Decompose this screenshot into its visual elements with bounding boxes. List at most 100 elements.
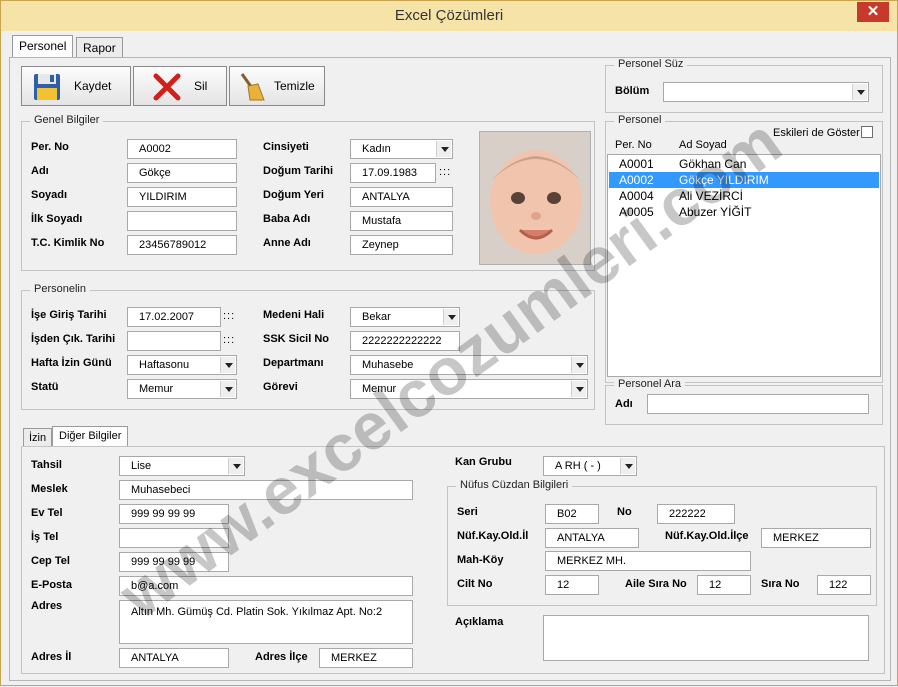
ilk-soyadi-input[interactable] [127,211,237,231]
chevron-down-icon[interactable] [443,309,458,325]
aile-sira-input[interactable]: 12 [697,575,751,595]
medeni-hali-value: Bekar [362,311,391,323]
list-item-no: A0005 [619,205,654,219]
cinsiyet-select[interactable]: Kadın [350,139,453,159]
dogum-tarihi-picker[interactable]: ::: [439,166,451,178]
cinsiyet-label: Cinsiyeti [263,141,309,153]
cilt-no-input[interactable]: 12 [545,575,599,595]
dogum-tarihi-label: Doğum Tarihi [263,165,334,177]
cep-tel-input[interactable]: 999 99 99 99 [119,552,229,572]
chevron-down-icon[interactable] [220,357,235,373]
tahsil-select[interactable]: Lise [119,456,245,476]
adi-label: Adı [31,165,49,177]
show-old-checkbox[interactable] [861,126,873,138]
personel-list-legend: Personel [614,114,666,126]
list-item[interactable]: A0005 Abuzer YİĞİT [609,204,879,220]
ev-tel-input[interactable]: 999 99 99 99 [119,504,229,524]
chevron-down-icon[interactable] [228,458,243,474]
list-item-name: Ali VEZİRCİ [679,189,744,203]
dogum-tarihi-input[interactable]: 17.09.1983 [350,163,436,183]
chevron-down-icon[interactable] [620,458,635,474]
chevron-down-icon[interactable] [436,141,451,157]
isden-cikis-input[interactable] [127,331,221,351]
anne-adi-input[interactable]: Zeynep [350,235,453,255]
tab-personel[interactable]: Personel [12,35,74,59]
nufus-legend: Nüfus Cüzdan Bilgileri [456,479,573,491]
departman-select[interactable]: Muhasebe [350,355,588,375]
ssk-sicil-label: SSK Sicil No [263,333,330,345]
clear-button-label: Temizle [274,79,315,93]
list-item-selected[interactable]: A0002 Gökçe YILDIRIM [609,172,879,188]
ssk-sicil-input[interactable]: 2222222222222 [350,331,460,351]
meslek-input[interactable]: Muhasebeci [119,480,413,500]
tab-diger-bilgiler[interactable]: Diğer Bilgiler [52,426,129,448]
hafta-izin-label: Hafta İzin Günü [31,357,112,369]
chevron-down-icon[interactable] [852,84,867,100]
clear-button[interactable]: Temizle [229,66,325,106]
tc-input[interactable]: 23456789012 [127,235,237,255]
soyadi-input[interactable]: YILDIRIM [127,187,237,207]
nufus-no-input[interactable]: 222222 [657,504,735,524]
chevron-down-icon[interactable] [571,357,586,373]
delete-button[interactable]: Sil [133,66,227,106]
title-bar: Excel Çözümleri ✕ [1,1,897,31]
isden-cikis-picker[interactable]: ::: [223,334,235,346]
gorevi-select[interactable]: Memur [350,379,588,399]
personel-listbox[interactable]: A0001 Gökhan Can A0002 Gökçe YILDIRIM A000… [607,154,881,377]
hafta-izin-value: Haftasonu [139,359,190,371]
personel-photo[interactable] [479,131,591,265]
meslek-label: Meslek [31,483,68,495]
ise-giris-input[interactable]: 17.02.2007 [127,307,221,327]
tab-rapor[interactable]: Rapor [76,37,123,59]
tc-label: T.C. Kimlik No [31,237,105,249]
hafta-izin-select[interactable]: Haftasonu [127,355,237,375]
personel-filter-legend: Personel Süz [614,58,688,70]
mah-koy-input[interactable]: MERKEZ MH. [545,551,751,571]
adres-il-input[interactable]: ANTALYA [119,648,229,668]
floppy-disk-icon [34,74,60,100]
is-tel-input[interactable] [119,528,229,548]
seri-input[interactable]: B02 [545,504,599,524]
col-per-no-header: Per. No [615,139,652,151]
tab-izin[interactable]: İzin [23,428,53,448]
window-title: Excel Çözümleri [394,7,504,24]
adres-textarea[interactable]: Altın Mh. Gümüş Cd. Platin Sok. Yıkılmaz… [119,600,413,644]
list-item-no: A0002 [619,173,654,187]
per-no-input[interactable]: A0002 [127,139,237,159]
statu-select[interactable]: Memur [127,379,237,399]
aciklama-textarea[interactable] [543,615,869,661]
dogum-yeri-label: Doğum Yeri [263,189,324,201]
adres-ilce-input[interactable]: MERKEZ [319,648,413,668]
search-name-input[interactable] [647,394,869,414]
bolum-label: Bölüm [615,85,650,97]
list-item[interactable]: A0004 Ali VEZİRCİ [609,188,879,204]
personelin-legend: Personelin [30,283,90,295]
cinsiyet-value: Kadın [362,143,391,155]
adres-ilce-label: Adres İlçe [255,651,308,663]
save-button[interactable]: Kaydet [21,66,131,106]
chevron-down-icon[interactable] [571,381,586,397]
delete-x-icon [153,73,181,101]
app-window: Excel Çözümleri ✕ Personel Rapor Kaydet … [0,0,898,686]
list-item[interactable]: A0001 Gökhan Can [609,156,879,172]
sira-no-input[interactable]: 122 [817,575,871,595]
kay-ilce-input[interactable]: MERKEZ [761,528,871,548]
bolum-select[interactable] [663,82,869,102]
ise-giris-picker[interactable]: ::: [223,310,235,322]
tahsil-value: Lise [131,460,152,472]
kay-il-input[interactable]: ANTALYA [545,528,639,548]
baby-photo-image [480,132,590,264]
eposta-input[interactable]: b@a.com [119,576,413,596]
save-button-label: Kaydet [74,79,112,93]
nufus-no-label: No [617,506,632,518]
medeni-hali-select[interactable]: Bekar [350,307,460,327]
dogum-yeri-input[interactable]: ANTALYA [350,187,453,207]
chevron-down-icon[interactable] [220,381,235,397]
kan-grubu-select[interactable]: A RH ( - ) [543,456,637,476]
departman-label: Departmanı [263,357,324,369]
kay-ilce-label: Nüf.Kay.Old.İlçe [665,530,749,542]
close-button[interactable]: ✕ [857,2,889,22]
adi-input[interactable]: Gökçe [127,163,237,183]
broom-icon [240,73,265,101]
baba-adi-input[interactable]: Mustafa [350,211,453,231]
